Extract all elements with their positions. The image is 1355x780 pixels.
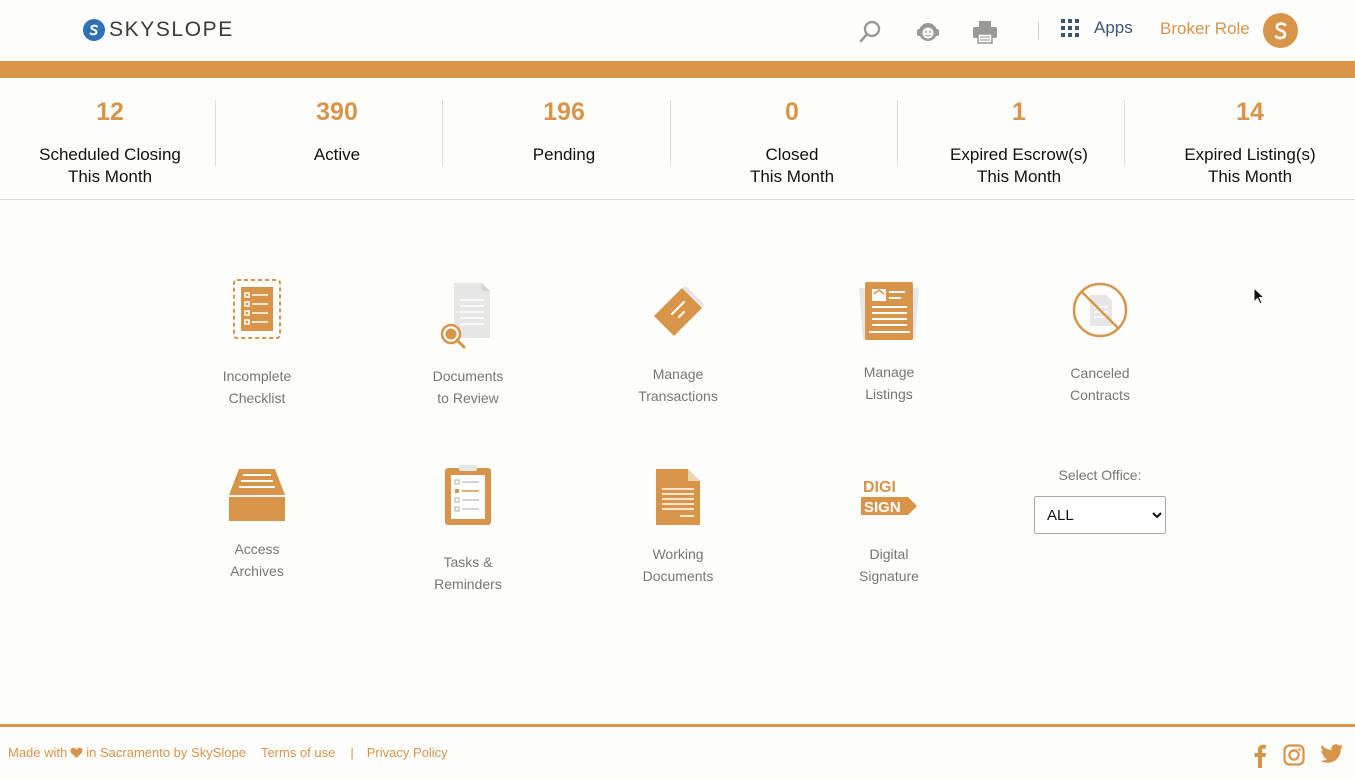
broker-role-link[interactable]: Broker Role xyxy=(1160,19,1250,39)
mouse-cursor-icon xyxy=(1253,287,1266,305)
stat-value: 390 xyxy=(316,98,358,126)
stats-bar: 12 Scheduled Closing This Month 390 Activ… xyxy=(0,78,1355,200)
tile-label: Digital Signature xyxy=(859,546,919,584)
archive-tray-icon xyxy=(229,469,285,521)
tile-canceled-contracts[interactable]: Canceled Contracts xyxy=(1020,281,1180,406)
stat-value: 14 xyxy=(1236,98,1264,126)
search-icon[interactable] xyxy=(856,18,884,46)
stat-divider xyxy=(670,100,671,166)
stat-divider xyxy=(215,100,216,166)
tile-access-archives[interactable]: Access Archives xyxy=(177,467,337,582)
tile-label: Tasks & Reminders xyxy=(434,554,502,592)
tile-documents-to-review[interactable]: Documents to Review xyxy=(388,280,548,409)
accent-bar xyxy=(0,61,1355,78)
terms-link[interactable]: Terms of use xyxy=(261,745,335,760)
heart-icon xyxy=(70,747,83,758)
tag-icon xyxy=(654,286,704,336)
support-agent-icon[interactable] xyxy=(914,18,942,46)
stat-label: Closed This Month xyxy=(749,145,835,186)
twitter-icon[interactable] xyxy=(1320,744,1343,769)
tile-label: Manage Listings xyxy=(863,364,915,402)
svg-text:DIGI: DIGI xyxy=(863,479,896,496)
office-selector: Select Office: ALL xyxy=(1034,467,1166,534)
office-select[interactable]: ALL xyxy=(1034,496,1166,534)
privacy-link[interactable]: Privacy Policy xyxy=(367,745,448,760)
listing-board-icon xyxy=(859,282,919,340)
tile-label: Manage Transactions xyxy=(638,366,718,404)
svg-text:SIGN: SIGN xyxy=(864,499,901,516)
tile-incomplete-checklist[interactable]: Incomplete Checklist xyxy=(177,278,337,409)
apps-button[interactable]: Apps xyxy=(1060,18,1133,38)
grid-apps-icon xyxy=(1061,19,1079,37)
apps-label: Apps xyxy=(1094,18,1133,37)
checklist-icon xyxy=(233,279,281,339)
tile-label: Documents to Review xyxy=(432,368,504,406)
stat-expired-listings[interactable]: 14 Expired Listing(s) This Month xyxy=(1140,78,1355,200)
tile-label: Working Documents xyxy=(642,546,714,584)
stat-divider xyxy=(442,100,443,166)
instagram-icon[interactable] xyxy=(1283,744,1305,771)
stat-label: Pending xyxy=(532,145,596,164)
tile-tasks-reminders[interactable]: Tasks & Reminders xyxy=(388,465,548,595)
skyslope-logo[interactable]: SKYSLOPE xyxy=(83,18,234,42)
stat-active[interactable]: 390 Active xyxy=(227,78,447,200)
stat-divider xyxy=(897,100,898,166)
stat-value: 12 xyxy=(96,98,124,126)
printer-icon[interactable] xyxy=(971,18,999,46)
tile-label: Canceled Contracts xyxy=(1070,365,1130,403)
stat-expired-escrow[interactable]: 1 Expired Escrow(s) This Month xyxy=(909,78,1129,200)
stat-pending[interactable]: 196 Pending xyxy=(454,78,674,200)
stat-value: 196 xyxy=(543,98,585,126)
tile-working-documents[interactable]: Working Documents xyxy=(598,467,758,587)
tile-label: Incomplete Checklist xyxy=(222,368,292,406)
tile-manage-listings[interactable]: Manage Listings xyxy=(809,280,969,405)
digisign-icon: DIGI SIGN xyxy=(861,479,917,516)
facebook-icon[interactable] xyxy=(1253,744,1267,773)
footer-separator: | xyxy=(350,745,354,760)
top-header: SKYSLOPE Apps Broker Role xyxy=(0,0,1355,61)
document-review-icon xyxy=(440,283,490,349)
stat-closed[interactable]: 0 Closed This Month xyxy=(682,78,902,200)
stat-label: Expired Escrow(s) This Month xyxy=(950,145,1088,186)
office-label: Select Office: xyxy=(1058,467,1142,483)
stat-scheduled-closing[interactable]: 12 Scheduled Closing This Month xyxy=(0,78,220,200)
brand-name: SKYSLOPE xyxy=(109,18,234,41)
tile-label: Access Archives xyxy=(230,541,284,579)
stat-divider xyxy=(1124,100,1125,166)
footer: Made with in Sacramento by SkySlope Term… xyxy=(0,724,1355,780)
skyslope-logo-mark xyxy=(83,19,105,41)
stat-value: 1 xyxy=(1012,98,1026,126)
stat-label: Expired Listing(s) This Month xyxy=(1184,145,1316,186)
document-icon xyxy=(656,469,700,525)
stat-label: Scheduled Closing This Month xyxy=(39,145,181,186)
canceled-document-icon xyxy=(1072,282,1128,338)
header-divider xyxy=(1038,21,1039,39)
footer-location: in Sacramento by SkySlope xyxy=(86,745,246,760)
user-avatar[interactable] xyxy=(1263,13,1298,48)
footer-made-with: Made with xyxy=(8,745,68,760)
stat-value: 0 xyxy=(785,98,799,126)
stat-label: Active xyxy=(313,145,361,164)
tile-digital-signature[interactable]: DIGI SIGN Digital Signature xyxy=(809,477,969,587)
tile-manage-transactions[interactable]: Manage Transactions xyxy=(598,284,758,407)
footer-links: Made with in Sacramento by SkySlope Term… xyxy=(8,745,448,760)
clipboard-icon xyxy=(445,465,491,525)
